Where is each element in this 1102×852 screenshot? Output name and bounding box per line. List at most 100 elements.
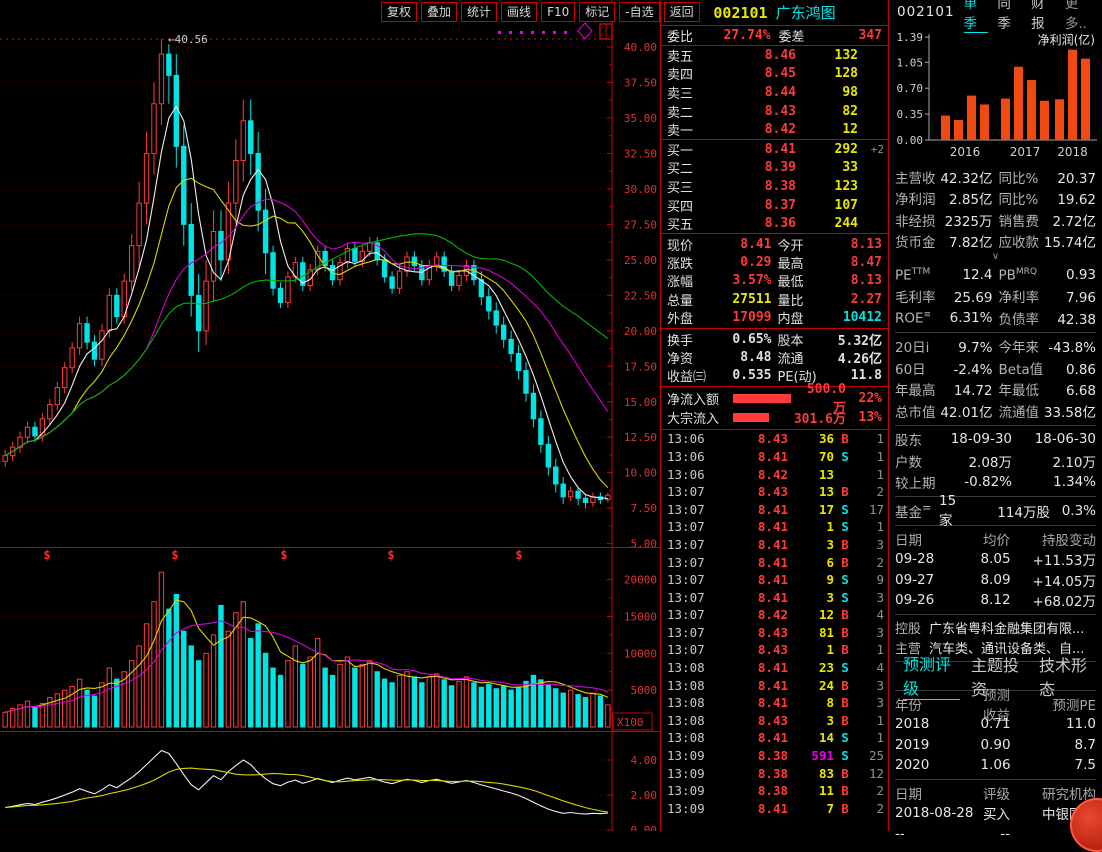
- tick-time: 13:08: [667, 695, 711, 710]
- tick-row[interactable]: 13:078.413B3: [661, 536, 888, 554]
- quote-row: 涨跌0.29最高8.47: [661, 253, 888, 271]
- info-cell: 销售费2.72亿: [999, 210, 1097, 230]
- tick-time: 13:07: [667, 502, 711, 517]
- tick-row[interactable]: 13:088.4123S4: [661, 659, 888, 677]
- holder-row: 户数2.08万2.10万: [895, 450, 1096, 472]
- orderbook-level-label: 买一: [667, 140, 705, 159]
- svg-text:25.00: 25.00: [624, 254, 657, 267]
- info-cell: PETTM12.4: [895, 267, 993, 284]
- svg-text:32.50: 32.50: [624, 147, 657, 160]
- tick-row[interactable]: 13:088.4124B3: [661, 676, 888, 694]
- holder-value: 2.08万: [947, 451, 1012, 471]
- tick-time: 13:09: [667, 801, 711, 816]
- tick-count: 1: [856, 431, 884, 446]
- svg-text:5000: 5000: [631, 684, 658, 697]
- toolbar-button[interactable]: 画线: [501, 2, 537, 22]
- main-chart-canvas[interactable]: ←40.5640.0037.5035.0032.5030.0027.5025.0…: [0, 0, 660, 831]
- tick-volume: 9: [788, 572, 834, 587]
- tick-volume: 11: [788, 783, 834, 798]
- chevron-down-icon[interactable]: ∨: [895, 252, 1096, 264]
- forecast-tab[interactable]: 预测评级: [903, 651, 960, 700]
- tick-row[interactable]: 13:078.4381B3: [661, 624, 888, 642]
- info-value: 25.69: [936, 290, 993, 306]
- tick-count: 17: [856, 502, 884, 517]
- tick-price: 8.43: [711, 431, 788, 446]
- tick-row[interactable]: 13:098.38591S25: [661, 747, 888, 765]
- quote-cell: 流通4.26亿: [778, 348, 883, 367]
- quote-cell: 股本5.32亿: [778, 330, 883, 349]
- tick-price: 8.38: [711, 748, 788, 763]
- info-cell: 总市值42.01亿: [895, 401, 993, 421]
- tick-row[interactable]: 13:078.416B2: [661, 553, 888, 571]
- profit-bar: [954, 120, 963, 140]
- orderbook-level-label: 买四: [667, 196, 705, 215]
- tick-row[interactable]: 13:068.42131: [661, 465, 888, 483]
- column-header: 持股变动: [1010, 529, 1096, 549]
- tick-row[interactable]: 13:088.4114S1: [661, 729, 888, 747]
- holding-table-row: 09-268.12+68.02万: [895, 590, 1096, 611]
- tick-time: 13:07: [667, 642, 711, 657]
- quote-label: 现价: [667, 235, 693, 254]
- info-cell: Beta值0.86: [999, 358, 1097, 378]
- toolbar-button[interactable]: -自选: [619, 2, 659, 22]
- tick-row[interactable]: 13:078.4117S17: [661, 500, 888, 518]
- toolbar-button[interactable]: 叠加: [421, 2, 457, 22]
- flow-percent: 13%: [846, 410, 882, 425]
- profit-bar: [1055, 99, 1064, 140]
- tick-time: 13:06: [667, 449, 711, 464]
- quote-label: 今开: [778, 235, 804, 254]
- tick-row[interactable]: 13:078.431B1: [661, 641, 888, 659]
- tick-price: 8.42: [711, 467, 788, 482]
- f10-header: 002101 单季同季财报 更多..: [889, 0, 1102, 24]
- tick-list[interactable]: 13:068.4336B113:068.4170S113:068.4213113…: [661, 430, 888, 831]
- tick-price: 8.41: [711, 678, 788, 693]
- tick-row[interactable]: 13:078.4313B2: [661, 483, 888, 501]
- svg-text:1.39: 1.39: [897, 31, 924, 44]
- info-value: 0.93: [1037, 267, 1096, 283]
- toolbar-button[interactable]: 统计: [461, 2, 497, 22]
- tick-volume: 591: [788, 748, 834, 763]
- quote-cell: 量比2.27: [778, 290, 883, 309]
- quote-row: 现价8.41今开8.13: [661, 235, 888, 253]
- info-value: 2.72亿: [1039, 210, 1096, 230]
- info-label: 净利润: [895, 188, 936, 208]
- orderbook-price: 8.36: [705, 216, 796, 231]
- info-value: -2.4%: [926, 362, 993, 378]
- tick-price: 8.41: [711, 502, 788, 517]
- tick-row[interactable]: 13:098.3811B2: [661, 782, 888, 800]
- tick-row[interactable]: 13:078.411S1: [661, 518, 888, 536]
- orderbook-volume: 82: [796, 104, 858, 119]
- tick-row[interactable]: 13:088.433B1: [661, 712, 888, 730]
- trend-dot: [553, 31, 556, 34]
- tick-row[interactable]: 13:088.418B3: [661, 694, 888, 712]
- info-cell: ROE≡6.31%: [895, 310, 993, 327]
- tick-row[interactable]: 13:068.4336B1: [661, 430, 888, 448]
- tick-row[interactable]: 13:078.419S9: [661, 571, 888, 589]
- quote-value: 27511: [693, 292, 771, 307]
- tick-row[interactable]: 13:098.417B2: [661, 800, 888, 818]
- orderbook-price: 8.41: [705, 142, 796, 157]
- forecast-tab[interactable]: 技术形态: [1039, 652, 1096, 700]
- svg-text:0.00: 0.00: [631, 824, 658, 831]
- tick-row[interactable]: 13:078.413S3: [661, 588, 888, 606]
- tick-row[interactable]: 13:078.4212B4: [661, 606, 888, 624]
- weibi-label: 委比: [667, 26, 693, 45]
- dividend-marker: $: [280, 548, 287, 562]
- profit-bar: [967, 96, 976, 140]
- tick-time: 13:07: [667, 607, 711, 622]
- orderbook-extra: +2: [858, 143, 884, 156]
- chart-region: ←40.5640.0037.5035.0032.5030.0027.5025.0…: [0, 0, 660, 831]
- tick-row[interactable]: 13:068.4170S1: [661, 448, 888, 466]
- toolbar-button[interactable]: 返回: [664, 2, 700, 22]
- toolbar-button[interactable]: F10: [541, 2, 575, 22]
- quote-value: 17099: [693, 310, 771, 325]
- toolbar-button[interactable]: 标记: [579, 2, 615, 22]
- tick-count: 1: [856, 642, 884, 657]
- tick-volume: 13: [788, 484, 834, 499]
- tick-row[interactable]: 13:098.3883B12: [661, 764, 888, 782]
- toolbar-button[interactable]: 复权: [381, 2, 417, 22]
- buy-row: 买五8.36244: [661, 214, 888, 233]
- table-cell: 2019: [895, 737, 980, 753]
- holder-value: 18-09-30: [947, 431, 1012, 447]
- info-row: 主营收42.32亿同比%20.37: [895, 166, 1096, 188]
